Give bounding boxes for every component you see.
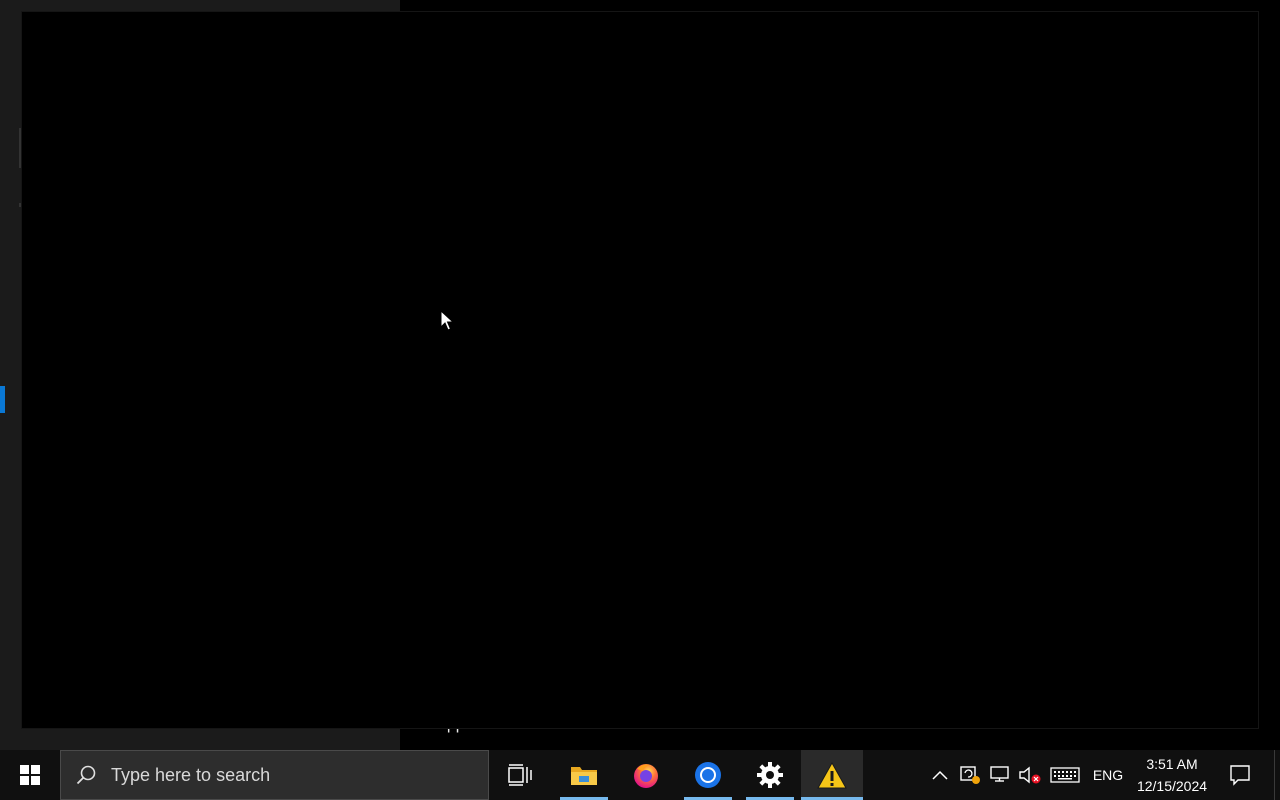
gear-icon <box>757 762 783 788</box>
network-icon <box>990 766 1009 782</box>
input-language[interactable]: ENG <box>1088 750 1128 800</box>
chevron-up-icon <box>932 770 948 780</box>
action-center-button[interactable] <box>1222 750 1258 800</box>
taskbar-firefox[interactable] <box>615 750 677 800</box>
show-desktop-button[interactable] <box>1274 750 1275 800</box>
tray-network[interactable] <box>986 750 1014 800</box>
taskbar-warning-app[interactable] <box>801 750 863 800</box>
update-status-icon <box>960 766 980 784</box>
taskbar-settings[interactable] <box>739 750 801 800</box>
blank-app-window[interactable] <box>21 11 1259 729</box>
start-button[interactable] <box>0 750 60 800</box>
search-box[interactable]: Type here to search <box>60 750 489 800</box>
desktop: support. <box>0 0 1280 750</box>
task-view-icon <box>508 764 532 786</box>
chrome-icon <box>695 762 721 788</box>
notification-icon <box>1230 765 1250 786</box>
clock[interactable]: 3:51 AM 12/15/2024 <box>1128 750 1216 800</box>
selected-item-accent <box>0 386 5 413</box>
taskbar-chrome[interactable] <box>677 750 739 800</box>
windows-logo-icon <box>20 765 40 785</box>
task-view-button[interactable] <box>496 750 544 800</box>
clock-time: 3:51 AM <box>1146 756 1198 772</box>
tray-touch-keyboard[interactable] <box>1048 750 1082 800</box>
firefox-icon <box>634 764 658 788</box>
keyboard-icon <box>1050 767 1080 783</box>
clock-date: 12/15/2024 <box>1136 778 1208 794</box>
warning-icon <box>817 761 847 788</box>
show-hidden-icons-button[interactable] <box>927 750 953 800</box>
volume-muted-icon <box>1019 766 1041 784</box>
tray-volume[interactable] <box>1016 750 1044 800</box>
mouse-cursor-icon <box>440 310 454 331</box>
tray-update-status[interactable] <box>956 750 984 800</box>
search-icon <box>73 762 99 788</box>
taskbar: Type here to search ENG 3:51 AM 12/15/20… <box>0 750 1280 800</box>
folder-icon <box>571 767 597 785</box>
taskbar-file-explorer[interactable] <box>553 750 615 800</box>
search-placeholder: Type here to search <box>111 764 271 785</box>
